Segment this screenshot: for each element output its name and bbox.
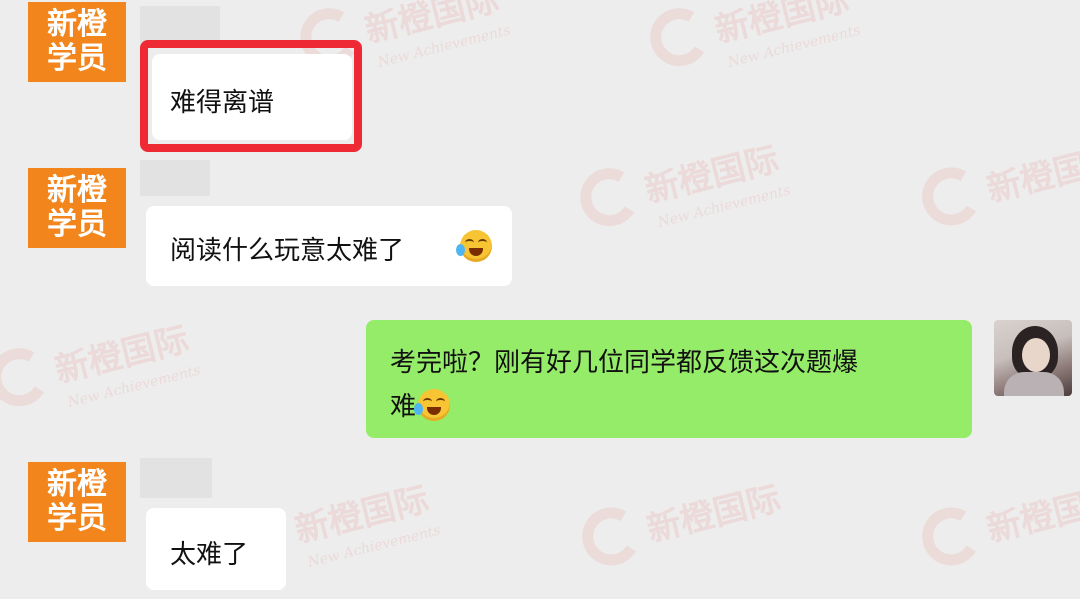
watermark: 新橙国际 [915, 126, 1080, 232]
avatar-body [1004, 372, 1064, 396]
crying-laughing-emoji-icon [414, 389, 451, 421]
sender-name-placeholder [140, 6, 220, 44]
watermark: 新橙国际 New Achievements [0, 306, 202, 428]
highlight-box [140, 40, 362, 152]
message-bubble-self[interactable]: 考完啦？刚有好几位同学都反馈这次题爆 难 [366, 320, 972, 438]
sender-avatar-badge[interactable]: 新橙 学员 [28, 462, 126, 542]
badge-line: 学员 [47, 41, 107, 76]
message-text-line: 考完啦？刚有好几位同学都反馈这次题爆 [390, 348, 859, 378]
badge-line: 新橙 [47, 173, 107, 208]
sender-name-placeholder [140, 160, 210, 196]
watermark: 新橙国际 [575, 466, 786, 572]
brand-logo-icon [644, 2, 715, 73]
message-text-line: 难 [390, 386, 451, 423]
watermark: 新橙国际 [915, 466, 1080, 572]
badge-line: 新橙 [47, 7, 107, 42]
badge-line: 学员 [47, 207, 107, 242]
avatar-face [1022, 338, 1050, 372]
badge-line: 新橙 [47, 467, 107, 502]
brand-logo-icon [574, 162, 645, 233]
brand-logo-icon [915, 501, 987, 572]
crying-laughing-emoji-icon [456, 230, 492, 262]
watermark: 新橙国际 New Achievements [574, 126, 792, 248]
badge-line: 学员 [47, 501, 107, 536]
message-text: 太难了 [170, 540, 249, 570]
brand-logo-icon [0, 342, 55, 413]
brand-logo-icon [915, 161, 987, 232]
message-bubble[interactable]: 阅读什么玩意太难了 [146, 206, 512, 286]
self-avatar[interactable] [994, 320, 1072, 396]
message-text: 难 [390, 392, 417, 422]
brand-logo-icon [575, 501, 647, 572]
sender-avatar-badge[interactable]: 新橙 学员 [28, 168, 126, 248]
message-text: 阅读什么玩意太难了 [170, 236, 405, 266]
sender-name-placeholder [140, 458, 212, 498]
watermark: 新橙国际 New Achievements [644, 0, 862, 88]
message-bubble[interactable]: 太难了 [146, 508, 286, 590]
sender-avatar-badge[interactable]: 新橙 学员 [28, 2, 126, 82]
